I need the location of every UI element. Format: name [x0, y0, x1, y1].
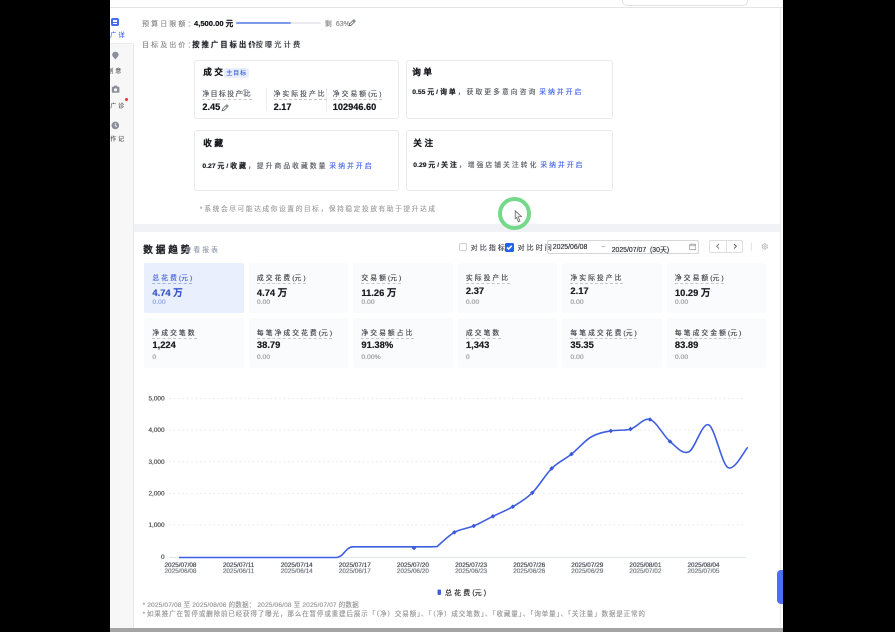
svg-text:2025/06/17: 2025/06/17: [339, 568, 371, 575]
svg-text:2,000: 2,000: [149, 491, 165, 498]
svg-text:0: 0: [161, 554, 165, 561]
svg-text:2025/07/05: 2025/07/05: [688, 568, 720, 575]
svg-text:4,000: 4,000: [149, 427, 165, 434]
svg-text:2025/06/11: 2025/06/11: [223, 568, 255, 575]
svg-text:总花费(元): 总花费(元): [445, 588, 486, 597]
svg-text:5,000: 5,000: [149, 396, 165, 403]
svg-text:1,000: 1,000: [149, 522, 165, 529]
svg-text:2025/07/02: 2025/07/02: [629, 568, 661, 575]
svg-text:2025/06/26: 2025/06/26: [513, 568, 545, 575]
svg-text:2025/06/23: 2025/06/23: [455, 568, 487, 575]
svg-text:2025/06/29: 2025/06/29: [571, 568, 603, 575]
svg-text:2025/06/14: 2025/06/14: [281, 568, 313, 575]
svg-text:3,000: 3,000: [149, 459, 165, 466]
svg-text:2025/06/08: 2025/06/08: [165, 568, 197, 575]
svg-text:2025/06/20: 2025/06/20: [397, 568, 429, 575]
